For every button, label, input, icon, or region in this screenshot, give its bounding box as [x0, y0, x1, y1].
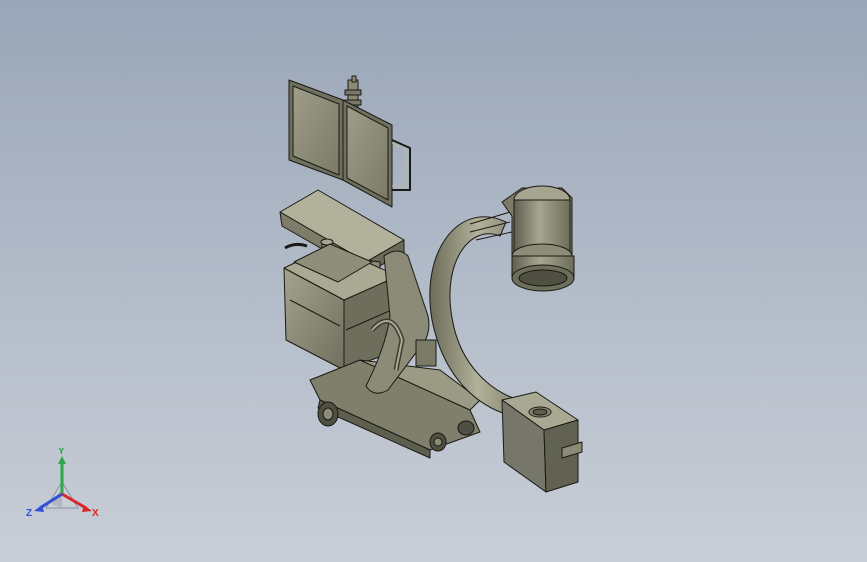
wheel-right [457, 420, 475, 436]
wheel-left [317, 401, 339, 427]
axis-triad: Y X Z [26, 448, 99, 519]
y-arrow-icon [58, 456, 66, 464]
image-intensifier [501, 185, 575, 292]
cad-viewport[interactable]: Y X Z [0, 0, 867, 562]
z-axis-label: Z [26, 508, 32, 519]
c-arm-xray-model[interactable] [0, 0, 867, 562]
wheel-front [429, 432, 447, 452]
xray-tube-housing [501, 391, 583, 493]
y-axis-label: Y [58, 448, 65, 457]
x-axis-label: X [92, 508, 99, 519]
